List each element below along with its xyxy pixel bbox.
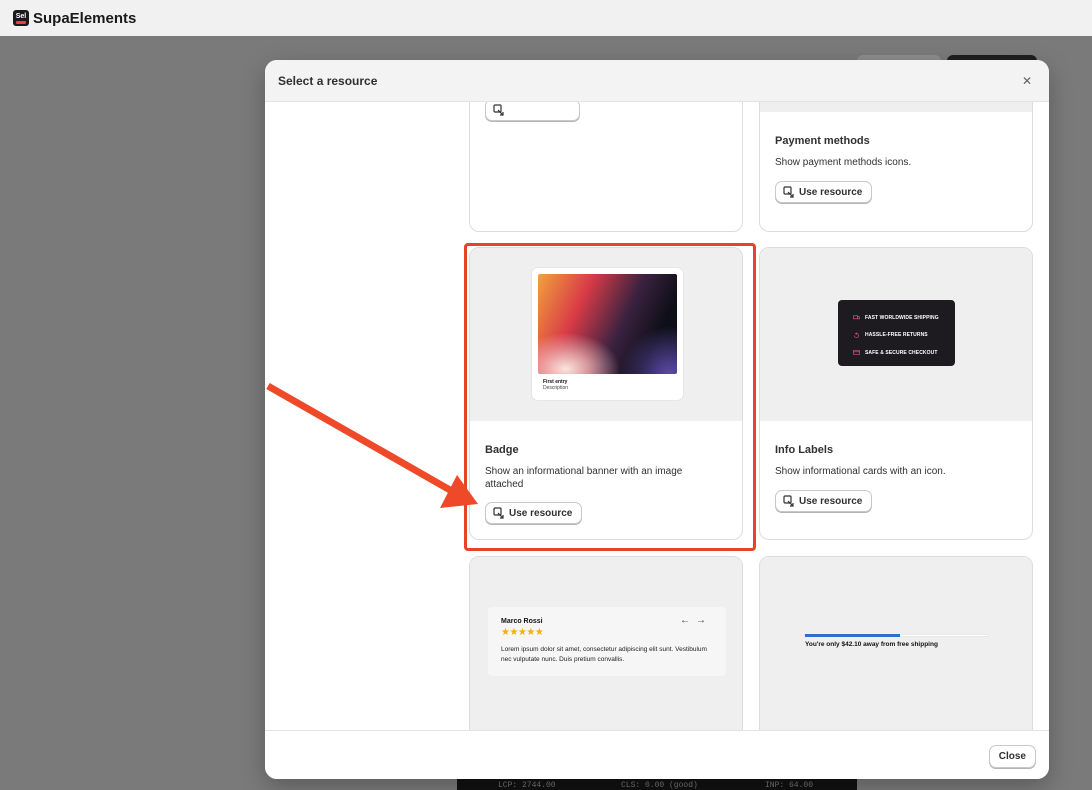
perf-lcp: LCP: 2744.00 [498, 781, 556, 790]
modal-header: Select a resource ✕ [265, 60, 1049, 102]
app-logo-text: Sel [15, 12, 27, 20]
close-icon[interactable]: ✕ [1019, 73, 1035, 89]
shipping-progress-fill [805, 634, 901, 637]
card-preview: Marco Rossi ←→ ★★★★★ Lorem ipsum dolor s… [470, 557, 742, 730]
use-resource-label: Use resource [509, 507, 573, 519]
info-row-text: FAST WORLDWIDE SHIPPING [865, 314, 939, 321]
perf-cls: CLS: 0.00 (good) [621, 781, 698, 790]
perf-inp: INP: 64.00 [765, 781, 814, 790]
info-row-text: HASSLE-FREE RETURNS [865, 332, 928, 339]
resource-card-reviews[interactable]: Marco Rossi ←→ ★★★★★ Lorem ipsum dolor s… [469, 556, 743, 730]
resource-icon [493, 104, 504, 116]
info-labels-preview: FAST WORLDWIDE SHIPPING HASSLE-FREE RETU… [838, 300, 955, 366]
use-resource-label: Use resource [799, 495, 863, 507]
credit-card-icon [853, 350, 860, 356]
badge-preview-subtitle: Description [543, 385, 569, 391]
card-name: Info Labels [775, 444, 834, 456]
app-logo-bar [16, 20, 26, 24]
carousel-arrows-icon: ←→ [680, 615, 712, 626]
card-preview [760, 102, 1032, 112]
use-resource-button[interactable]: Use resource [775, 490, 873, 512]
resource-card-partial [469, 102, 743, 232]
use-resource-button[interactable]: Use resource [485, 502, 583, 524]
truck-icon [853, 315, 860, 320]
app-title: SupaElements [33, 9, 137, 27]
info-row: FAST WORLDWIDE SHIPPING [853, 309, 955, 327]
card-preview: First entry Description [470, 248, 742, 421]
use-resource-button[interactable]: Use resource [775, 181, 873, 203]
resource-card-badge[interactable]: First entry Description Badge Show an in… [469, 247, 743, 540]
resource-card-info-labels[interactable]: FAST WORLDWIDE SHIPPING HASSLE-FREE RETU… [759, 247, 1033, 540]
resource-grid[interactable]: Payment methods Show payment methods ico… [265, 102, 1049, 730]
resource-card-free-shipping[interactable]: You're only $42.10 away from free shippi… [759, 556, 1033, 730]
reviewer-name: Marco Rossi [501, 618, 543, 625]
return-icon [853, 332, 860, 338]
info-row-text: SAFE & SECURE CHECKOUT [865, 349, 938, 356]
info-row: HASSLE-FREE RETURNS [853, 327, 955, 345]
app-topbar: Sel SupaElements [0, 0, 1092, 36]
resource-icon [783, 495, 794, 507]
badge-preview-image [538, 274, 677, 374]
use-resource-button-partial[interactable] [485, 102, 580, 121]
star-rating: ★★★★★ [501, 627, 544, 638]
review-text: Lorem ipsum dolor sit amet, consectetur … [501, 646, 707, 663]
resource-card-payment-methods[interactable]: Payment methods Show payment methods ico… [759, 102, 1033, 232]
review-preview: Marco Rossi ←→ ★★★★★ Lorem ipsum dolor s… [488, 607, 726, 676]
app-logo: Sel [13, 10, 29, 26]
resource-icon [783, 186, 794, 198]
card-description: Show informational cards with an icon. [775, 466, 946, 477]
modal-footer: Close [265, 730, 1049, 779]
performance-bar: LCP: 2744.00 CLS: 0.00 (good) INP: 64.00 [457, 778, 857, 790]
card-preview: You're only $42.10 away from free shippi… [760, 557, 1032, 730]
shipping-progress-text: You're only $42.10 away from free shippi… [805, 641, 938, 648]
card-name: Payment methods [775, 135, 870, 147]
card-preview: FAST WORLDWIDE SHIPPING HASSLE-FREE RETU… [760, 248, 1032, 421]
close-button[interactable]: Close [988, 745, 1036, 768]
resource-icon [493, 507, 504, 519]
select-resource-modal: Select a resource ✕ Payment methods Show… [265, 60, 1049, 779]
modal-title: Select a resource [278, 73, 378, 88]
card-name: Badge [485, 444, 519, 456]
badge-preview-frame: First entry Description [532, 268, 683, 400]
shipping-progress-track [804, 634, 989, 637]
card-description: Show payment methods icons. [775, 157, 912, 168]
card-description: Show an informational banner with an ima… [485, 466, 683, 490]
info-row: SAFE & SECURE CHECKOUT [853, 344, 955, 362]
use-resource-label: Use resource [799, 186, 863, 198]
